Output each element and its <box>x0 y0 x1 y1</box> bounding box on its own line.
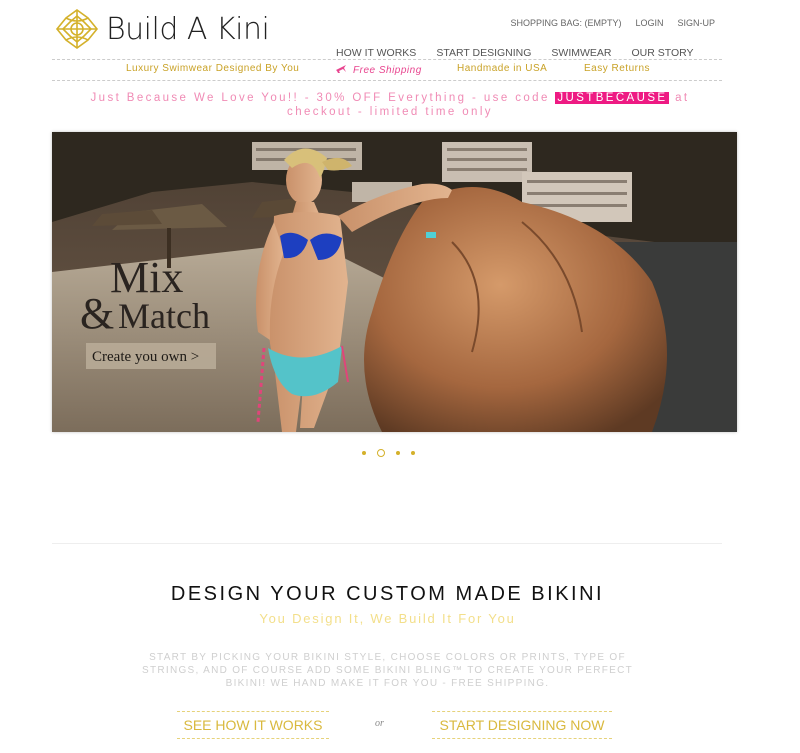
section-divider <box>52 543 722 544</box>
nav-swimwear[interactable]: SWIMWEAR <box>551 47 611 59</box>
promo-banner: Just Because We Love You!! - 30% OFF Eve… <box>60 91 720 119</box>
see-how-it-works-button[interactable]: SEE HOW IT WORKS <box>177 711 329 739</box>
airplane-icon <box>336 65 346 73</box>
perks-bar: Luxury Swimwear Designed By You Free Shi… <box>52 63 722 79</box>
hero-image: Mix & Match Create you own > <box>52 132 737 432</box>
design-description: START BY PICKING YOUR BIKINI STYLE, CHOO… <box>141 652 634 689</box>
login-link[interactable]: LOGIN <box>635 18 663 28</box>
nav-start-designing[interactable]: START DESIGNING <box>436 47 531 59</box>
brand-name: Build A Kini <box>106 11 270 47</box>
hero-title-mix: Mix <box>110 253 183 302</box>
design-subtitle: You Design It, We Build It For You <box>259 611 516 626</box>
slider-dots <box>362 449 415 457</box>
main-nav: HOW IT WORKS START DESIGNING SWIMWEAR OU… <box>336 47 694 59</box>
perk-shipping-label: Free Shipping <box>353 65 422 76</box>
brand-logo[interactable]: Build A Kini <box>54 8 270 50</box>
slider-dot-3[interactable] <box>396 451 400 455</box>
nav-how-it-works[interactable]: HOW IT WORKS <box>336 47 416 59</box>
perk-shipping: Free Shipping <box>335 63 422 76</box>
hero-title-match: Match <box>118 296 210 336</box>
slider-dot-2[interactable] <box>377 449 385 457</box>
design-title: DESIGN YOUR CUSTOM MADE BIKINI <box>170 583 605 605</box>
signup-link[interactable]: SIGN-UP <box>677 18 715 28</box>
promo-text-before: Just Because We Love You!! - 30% OFF Eve… <box>90 92 556 104</box>
perk-handmade: Handmade in USA <box>457 63 548 74</box>
promo-code: JUSTBECAUSE <box>555 92 670 104</box>
hero-cta-button[interactable]: Create you own > <box>86 343 216 369</box>
shopping-bag-link[interactable]: SHOPPING BAG: (EMPTY) <box>510 18 621 28</box>
header-divider-bottom <box>52 80 722 81</box>
hero-slider[interactable]: Mix & Match Create you own > <box>52 132 737 432</box>
slider-dot-4[interactable] <box>411 451 415 455</box>
nav-our-story[interactable]: OUR STORY <box>632 47 694 59</box>
perk-returns: Easy Returns <box>584 63 651 74</box>
account-links: SHOPPING BAG: (EMPTY) LOGIN SIGN-UP <box>510 18 715 28</box>
header-divider-top <box>52 59 722 60</box>
perk-tagline: Luxury Swimwear Designed By You <box>126 63 300 74</box>
slider-dot-1[interactable] <box>362 451 366 455</box>
hero-cta-label: Create you own > <box>92 349 199 365</box>
hero-title-amp: & <box>80 289 114 338</box>
or-separator: or <box>375 718 384 729</box>
ornament-logo-icon <box>55 9 99 49</box>
start-designing-now-button[interactable]: START DESIGNING NOW <box>432 711 612 739</box>
